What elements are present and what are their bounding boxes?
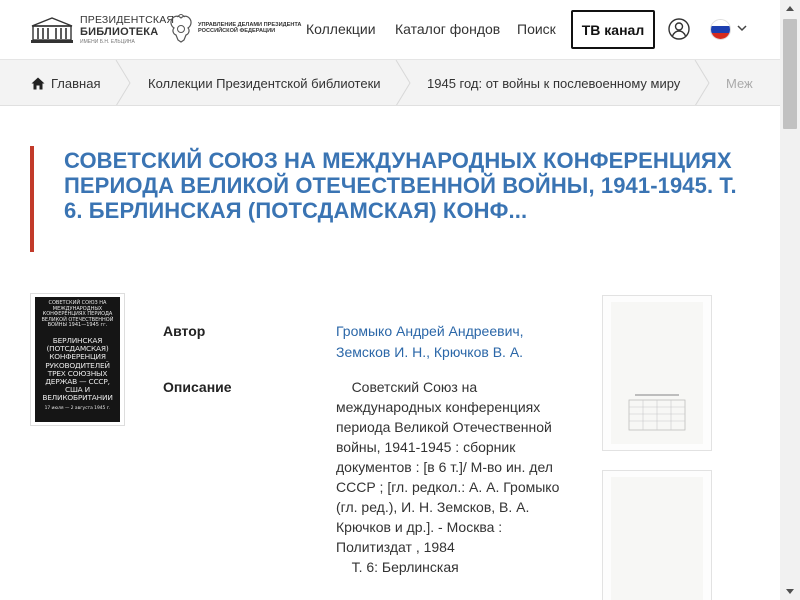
presidential-library-logo[interactable]: ПРЕЗИДЕНТСКАЯ БИБЛИОТЕКА ИМЕНИ Б.Н. ЕЛЬЦ…	[30, 14, 174, 46]
home-icon	[31, 77, 45, 89]
scroll-up-icon[interactable]	[780, 0, 800, 17]
user-account-icon[interactable]	[668, 18, 690, 40]
cover-dates-text: 17 июля — 2 августа 1945 г.	[44, 405, 111, 411]
title-accent-bar	[30, 146, 34, 252]
book-cover[interactable]: СОВЕТСКИЙ СОЮЗ НА МЕЖДУНАРОДНЫХ КОНФЕРЕН…	[30, 293, 125, 426]
administration-logo-text: УПРАВЛЕНИЕ ДЕЛАМИ ПРЕЗИДЕНТА РОССИЙСКОЙ …	[198, 22, 301, 35]
page-title: Советский Союз на международных конферен…	[64, 148, 737, 223]
coat-of-arms-icon	[170, 14, 192, 43]
breadcrumb-collections-label: Коллекции Президентской библиотеки	[148, 75, 381, 91]
page-thumbnail[interactable]	[602, 470, 712, 600]
nav-catalog[interactable]: Каталог фондов	[395, 21, 500, 37]
description-value: Советский Союз на международных конферен…	[336, 379, 560, 575]
nav-collections[interactable]: Коллекции	[306, 21, 376, 37]
logo-line-3: ИМЕНИ Б.Н. ЕЛЬЦИНА	[80, 38, 135, 45]
page-thumbnail-image	[611, 477, 703, 600]
language-flag-icon[interactable]	[710, 19, 731, 40]
page-scrollbar[interactable]	[780, 0, 800, 600]
breadcrumb-current-label: Меж	[726, 75, 753, 91]
tv-channel-button[interactable]: ТВ канал	[571, 10, 655, 49]
breadcrumb-collections[interactable]: Коллекции Президентской библиотеки	[148, 60, 381, 105]
nav-search[interactable]: Поиск	[517, 21, 556, 37]
cover-series-text: СОВЕТСКИЙ СОЮЗ НА МЕЖДУНАРОДНЫХ КОНФЕРЕН…	[41, 300, 114, 329]
page-thumbnail[interactable]	[602, 295, 712, 451]
presidential-administration-logo[interactable]: УПРАВЛЕНИЕ ДЕЛАМИ ПРЕЗИДЕНТА РОССИЙСКОЙ …	[168, 14, 301, 44]
page-thumbnail-image	[611, 302, 703, 444]
breadcrumb-separator-icon	[694, 60, 710, 105]
breadcrumb-1945[interactable]: 1945 год: от войны к послевоенному миру	[427, 60, 681, 105]
author-value: Громыко Андрей Андреевич, Земсков И. Н.,…	[336, 321, 566, 363]
document-page-icon	[628, 394, 686, 431]
author-label: Автор	[163, 323, 206, 339]
breadcrumb: Главная Коллекции Президентской библиоте…	[0, 60, 780, 106]
library-logo-text: ПРЕЗИДЕНТСКАЯ БИБЛИОТЕКА ИМЕНИ Б.Н. ЕЛЬЦ…	[80, 15, 174, 45]
logo-line-2: БИБЛИОТЕКА	[80, 25, 159, 38]
breadcrumb-current[interactable]: Меж	[726, 60, 753, 105]
chevron-down-icon[interactable]	[736, 22, 748, 34]
breadcrumb-home[interactable]: Главная	[31, 60, 101, 105]
breadcrumb-separator-icon	[115, 60, 131, 105]
logo-line-1: ПРЕЗИДЕНТСКАЯ	[80, 14, 175, 27]
site-header: ПРЕЗИДЕНТСКАЯ БИБЛИОТЕКА ИМЕНИ Б.Н. ЕЛЬЦ…	[0, 0, 780, 60]
breadcrumb-1945-label: 1945 год: от войны к послевоенному миру	[427, 75, 681, 91]
author-link-others[interactable]: Земсков И. Н., Крючков В. А.	[336, 342, 566, 363]
scrollbar-thumb[interactable]	[783, 19, 797, 129]
library-building-icon	[31, 17, 73, 43]
book-cover-image: СОВЕТСКИЙ СОЮЗ НА МЕЖДУНАРОДНЫХ КОНФЕРЕН…	[35, 297, 120, 422]
scroll-down-icon[interactable]	[780, 583, 800, 600]
administration-line-2: РОССИЙСКОЙ ФЕДЕРАЦИИ	[198, 28, 276, 34]
author-link-gromyko[interactable]: Громыко Андрей Андреевич,	[336, 321, 566, 342]
description-label: Описание	[163, 379, 232, 395]
breadcrumb-home-label: Главная	[51, 75, 101, 91]
cover-title-text: БЕРЛИНСКАЯ (ПОТСДАМСКАЯ) КОНФЕРЕНЦИЯ РУК…	[42, 335, 113, 403]
breadcrumb-separator-icon	[395, 60, 411, 105]
